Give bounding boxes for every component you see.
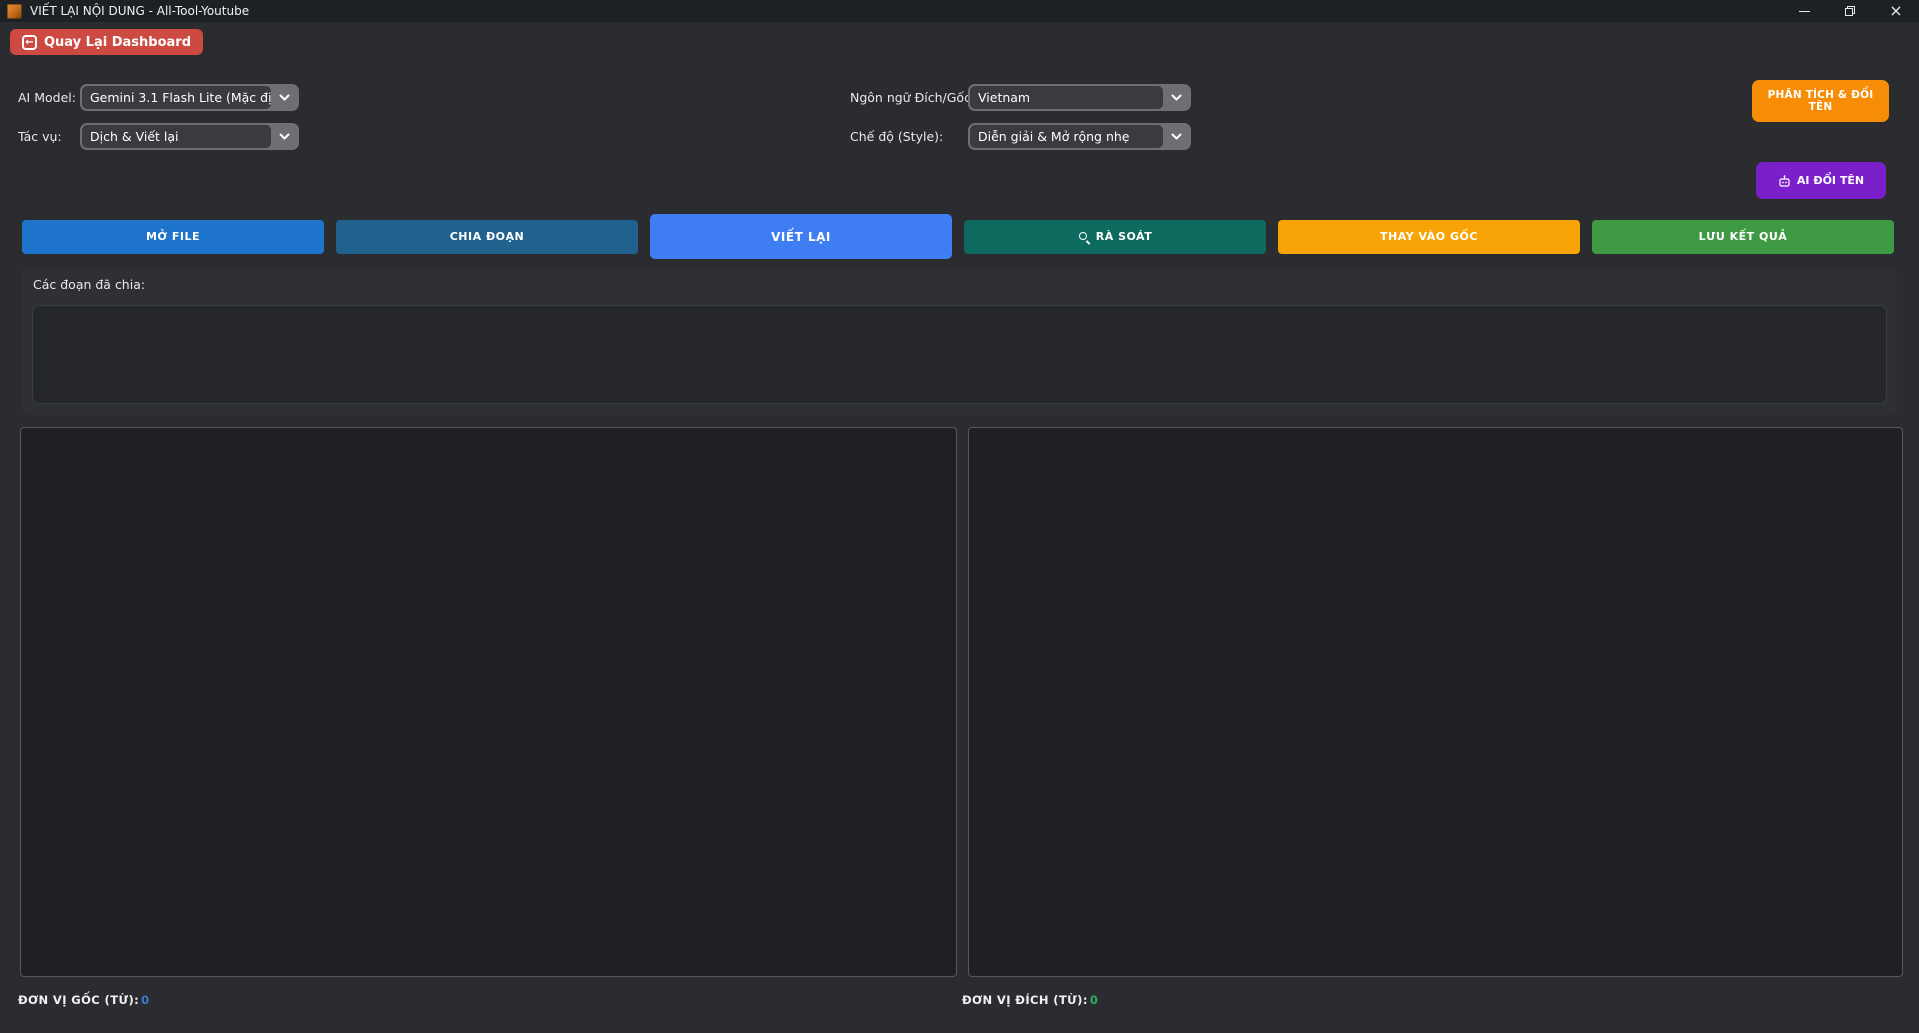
title-bar: VIẾT LẠI NỘI DUNG - All-Tool-Youtube xyxy=(0,0,1919,22)
style-value: Diễn giải & Mở rộng nhẹ xyxy=(970,125,1163,148)
ai-rename-label: AI ĐỔI TÊN xyxy=(1797,174,1864,187)
back-button-label: Quay Lại Dashboard xyxy=(44,35,191,50)
task-value: Dịch & Viết lại xyxy=(82,125,271,148)
style-label: Chế độ (Style): xyxy=(850,123,943,150)
task-select[interactable]: Dịch & Viết lại xyxy=(80,123,299,150)
ai-model-label: AI Model: xyxy=(18,84,76,111)
language-select[interactable]: Vietnam xyxy=(968,84,1191,111)
review-button-label: RÀ SOÁT xyxy=(1096,230,1152,243)
restore-button[interactable] xyxy=(1827,0,1873,22)
chevron-down-icon xyxy=(271,86,297,109)
language-label: Ngôn ngữ Đích/Gốc: xyxy=(850,84,975,111)
source-counter-value: 0 xyxy=(141,993,149,1007)
target-text-editor[interactable] xyxy=(968,427,1903,977)
magnifier-icon xyxy=(1078,231,1090,243)
language-value: Vietnam xyxy=(970,86,1163,109)
review-button[interactable]: RÀ SOÁT xyxy=(964,220,1266,254)
back-arrow-icon: ← xyxy=(22,35,37,50)
chevron-down-icon xyxy=(1163,125,1189,148)
chevron-down-icon xyxy=(271,125,297,148)
restore-icon xyxy=(1845,6,1855,16)
minimize-button[interactable] xyxy=(1781,0,1827,22)
minimize-icon xyxy=(1799,11,1810,12)
back-to-dashboard-button[interactable]: ← Quay Lại Dashboard xyxy=(10,29,203,55)
ai-rename-button[interactable]: AI ĐỔI TÊN xyxy=(1756,162,1886,199)
source-counter-label: ĐƠN VỊ GỐC (TỪ): xyxy=(18,993,139,1007)
close-button[interactable]: × xyxy=(1873,0,1919,22)
style-select[interactable]: Diễn giải & Mở rộng nhẹ xyxy=(968,123,1191,150)
chevron-down-icon xyxy=(1163,86,1189,109)
source-text-editor[interactable] xyxy=(20,427,957,977)
task-label: Tác vụ: xyxy=(18,123,62,150)
analyze-rename-button[interactable]: PHÂN TÍCH & ĐỔI TÊN xyxy=(1752,80,1889,122)
target-word-counter: ĐƠN VỊ ĐÍCH (TỪ): 0 xyxy=(962,993,1098,1007)
rewrite-button[interactable]: VIẾT LẠI xyxy=(650,214,952,259)
save-result-button[interactable]: LƯU KẾT QUẢ xyxy=(1592,220,1894,254)
ai-model-select[interactable]: Gemini 3.1 Flash Lite (Mặc định) xyxy=(80,84,299,111)
ai-model-value: Gemini 3.1 Flash Lite (Mặc định) xyxy=(82,86,271,109)
window-title: VIẾT LẠI NỘI DUNG - All-Tool-Youtube xyxy=(30,4,249,18)
actions-toolbar: MỞ FILE CHIA ĐOẠN VIẾT LẠI RÀ SOÁT THAY … xyxy=(22,214,1894,259)
segments-list[interactable] xyxy=(32,305,1887,404)
split-segments-button[interactable]: CHIA ĐOẠN xyxy=(336,220,638,254)
close-icon: × xyxy=(1889,3,1902,19)
segments-label: Các đoạn đã chia: xyxy=(33,277,145,292)
target-counter-label: ĐƠN VỊ ĐÍCH (TỪ): xyxy=(962,993,1088,1007)
window-controls: × xyxy=(1781,0,1919,22)
segments-panel: Các đoạn đã chia: xyxy=(22,268,1897,415)
robot-icon xyxy=(1778,175,1791,187)
source-word-counter: ĐƠN VỊ GỐC (TỪ): 0 xyxy=(18,993,150,1007)
replace-original-button[interactable]: THAY VÀO GỐC xyxy=(1278,220,1580,254)
open-file-button[interactable]: MỞ FILE xyxy=(22,220,324,254)
target-counter-value: 0 xyxy=(1090,993,1098,1007)
app-icon xyxy=(7,4,22,19)
